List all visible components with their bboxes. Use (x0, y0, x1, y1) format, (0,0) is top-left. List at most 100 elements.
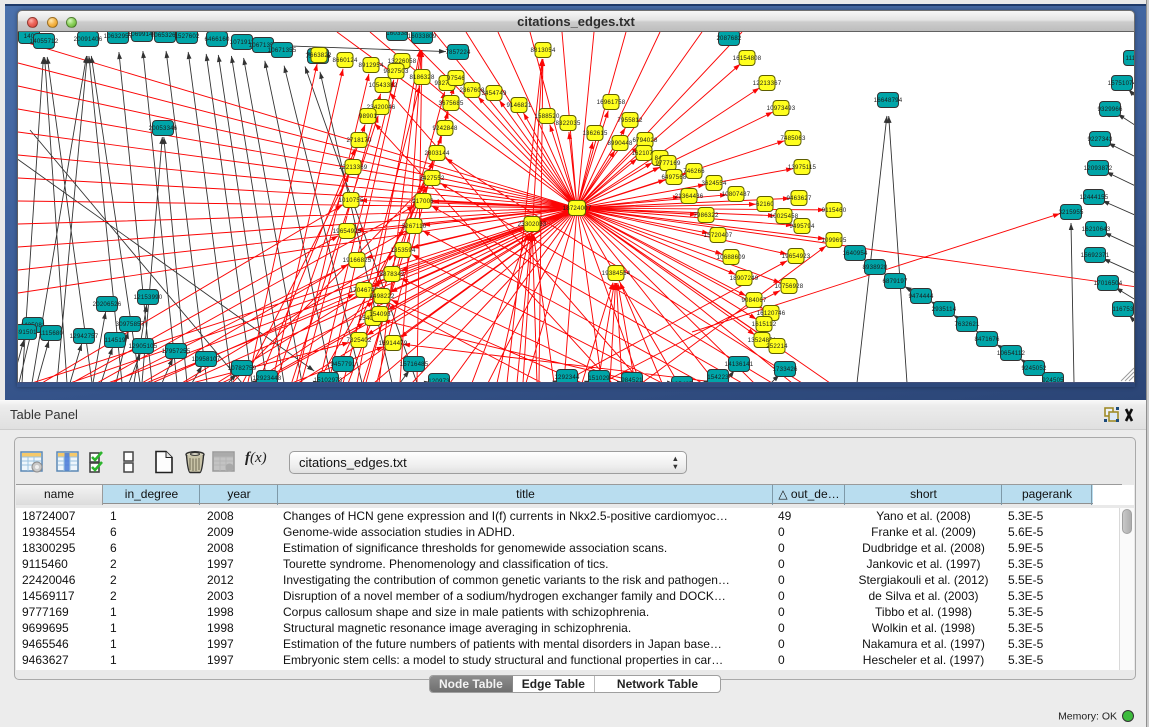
svg-text:151029: 151029 (588, 375, 610, 382)
svg-text:9227343: 9227343 (1087, 136, 1113, 143)
svg-text:10807487: 10807487 (722, 191, 751, 198)
svg-text:16961758: 16961758 (597, 99, 626, 106)
svg-text:17957255: 17957255 (162, 348, 191, 355)
svg-text:16154808: 16154808 (733, 55, 762, 62)
svg-text:21364436: 21364436 (675, 193, 704, 200)
svg-text:30975857: 30975857 (116, 321, 145, 328)
svg-text:8813054: 8813054 (530, 47, 556, 54)
svg-text:17016504: 17016504 (1094, 280, 1123, 287)
svg-text:9498222: 9498222 (369, 293, 395, 300)
svg-text:3624554: 3624554 (701, 180, 727, 187)
svg-text:391501: 391501 (18, 329, 37, 336)
svg-text:13975115: 13975115 (788, 164, 817, 171)
svg-text:9495794: 9495794 (789, 223, 815, 230)
svg-text:15716485: 15716485 (400, 361, 429, 368)
svg-text:7955812: 7955812 (617, 117, 643, 124)
svg-text:8322035: 8322035 (555, 120, 581, 127)
svg-text:6466160: 6466160 (204, 36, 230, 43)
svg-text:9242848: 9242848 (432, 125, 458, 132)
svg-text:10958107: 10958107 (192, 356, 221, 363)
svg-text:8878342: 8878342 (379, 271, 405, 278)
svg-text:160338: 160338 (386, 32, 408, 37)
svg-text:10973493: 10973493 (767, 105, 796, 112)
svg-text:7857224: 7857224 (445, 49, 471, 56)
svg-text:62160: 62160 (756, 201, 774, 208)
svg-text:98901: 98901 (359, 113, 377, 120)
svg-text:7986322: 7986322 (693, 212, 719, 219)
svg-text:15102973: 15102973 (314, 377, 343, 383)
svg-text:12905105: 12905105 (129, 343, 158, 350)
svg-text:97546: 97546 (447, 75, 465, 82)
svg-text:1588520: 1588520 (534, 113, 560, 120)
svg-text:9463627: 9463627 (786, 195, 812, 202)
svg-text:154223: 154223 (707, 374, 729, 381)
svg-text:1733426: 1733426 (772, 366, 798, 373)
svg-text:1640954: 1640954 (842, 250, 868, 257)
svg-text:9084067: 9084067 (741, 297, 767, 304)
svg-text:16033809: 16033809 (408, 33, 437, 40)
svg-text:7663822: 7663822 (306, 52, 332, 59)
svg-text:1615112: 1615112 (752, 321, 777, 328)
svg-text:7825402: 7825402 (346, 337, 372, 344)
svg-text:12213367: 12213367 (753, 80, 782, 87)
svg-text:19166825: 19166825 (343, 257, 372, 264)
svg-text:12942757: 12942757 (70, 333, 99, 340)
svg-text:9146821: 9146821 (506, 102, 532, 109)
svg-text:19654925: 19654925 (333, 228, 362, 235)
svg-text:8186328: 8186328 (409, 74, 435, 81)
svg-text:6497568: 6497568 (661, 174, 687, 181)
svg-text:8660124: 8660124 (332, 57, 358, 64)
svg-text:10543382: 10543382 (369, 82, 398, 89)
svg-text:10688609: 10688609 (717, 254, 746, 261)
svg-text:20091406: 20091406 (74, 36, 103, 43)
svg-text:9115460: 9115460 (822, 207, 847, 214)
svg-text:917006: 917006 (412, 198, 434, 205)
svg-text:114519: 114519 (104, 337, 125, 344)
svg-text:3267110: 3267110 (402, 223, 427, 230)
svg-text:9329966: 9329966 (1097, 106, 1123, 113)
svg-text:252214: 252214 (766, 343, 788, 350)
svg-text:7632621: 7632621 (954, 321, 980, 328)
svg-text:12923448: 12923448 (253, 375, 282, 382)
svg-text:11121: 11121 (1125, 55, 1135, 62)
svg-text:6879197: 6879197 (882, 278, 908, 285)
svg-text:19654923: 19654923 (782, 253, 811, 260)
svg-text:7485063: 7485063 (780, 135, 806, 142)
svg-text:1527602: 1527602 (174, 33, 200, 40)
svg-text:12444155: 12444155 (1080, 194, 1109, 201)
svg-text:1353594: 1353594 (390, 247, 416, 254)
svg-text:16648794: 16648794 (874, 97, 903, 104)
svg-text:9827503: 9827503 (383, 68, 409, 75)
svg-text:18907249: 18907249 (730, 275, 759, 282)
svg-text:20053346: 20053346 (149, 125, 178, 132)
svg-text:14136141: 14136141 (725, 361, 754, 368)
svg-text:15720407: 15720407 (704, 232, 733, 239)
svg-text:10671355: 10671355 (268, 47, 297, 54)
svg-text:924505: 924505 (1042, 377, 1064, 383)
svg-text:15751074: 15751074 (1108, 80, 1135, 87)
svg-text:154093: 154093 (369, 311, 391, 318)
svg-text:9457791: 9457791 (330, 361, 356, 368)
svg-text:116753: 116753 (1112, 306, 1133, 313)
svg-text:12213369: 12213369 (339, 164, 368, 171)
svg-text:16210643: 16210643 (1082, 226, 1111, 233)
svg-text:1010755: 1010755 (338, 197, 364, 204)
svg-text:9245052: 9245052 (1021, 365, 1047, 372)
svg-text:1115680: 1115680 (39, 330, 64, 337)
svg-text:8471676: 8471676 (974, 336, 1000, 343)
svg-text:10782759: 10782759 (228, 365, 257, 372)
svg-text:10756928: 10756928 (775, 283, 804, 290)
svg-text:16914479: 16914479 (379, 340, 408, 347)
svg-text:9777169: 9777169 (655, 160, 681, 167)
svg-text:18724007: 18724007 (563, 205, 592, 212)
svg-text:23302033: 23302033 (518, 221, 547, 228)
svg-text:10654112: 10654112 (997, 350, 1026, 357)
svg-text:8990448: 8990448 (607, 140, 633, 147)
svg-text:2803144: 2803144 (424, 150, 450, 157)
svg-text:120973: 120973 (428, 378, 450, 383)
svg-text:984521: 984521 (621, 377, 643, 383)
svg-text:1362615: 1362615 (582, 130, 608, 137)
svg-text:20206526: 20206526 (93, 301, 122, 308)
svg-text:6794028: 6794028 (632, 137, 658, 144)
svg-text:9474444: 9474444 (908, 293, 934, 300)
